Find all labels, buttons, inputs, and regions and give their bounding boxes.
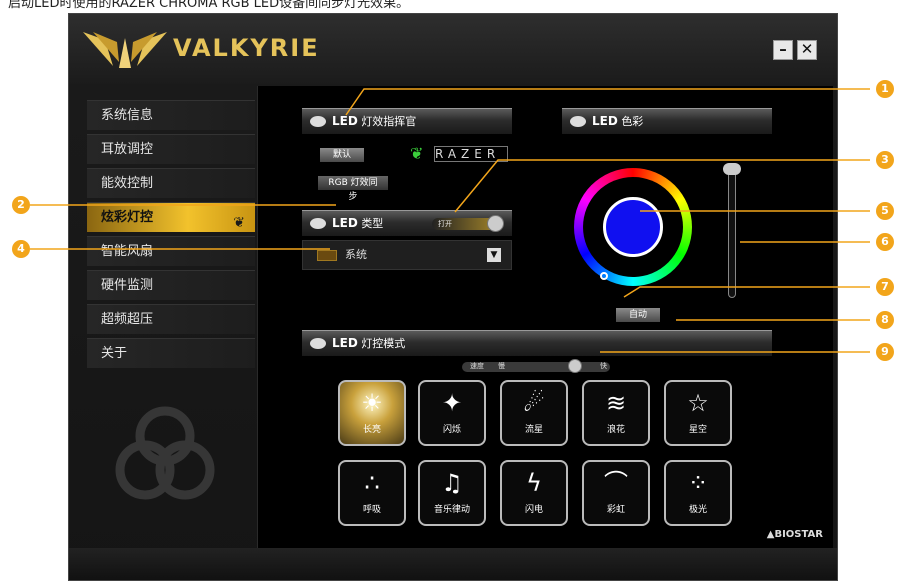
callout-9: 9 bbox=[876, 343, 894, 361]
callout-3: 3 bbox=[876, 151, 894, 169]
callout-8: 8 bbox=[876, 311, 894, 329]
callout-2: 2 bbox=[12, 196, 30, 214]
callout-7: 7 bbox=[876, 278, 894, 296]
callout-6: 6 bbox=[876, 233, 894, 251]
callout-1: 1 bbox=[876, 80, 894, 98]
callout-5: 5 bbox=[876, 202, 894, 220]
callout-lines bbox=[30, 88, 870, 353]
callout-4: 4 bbox=[12, 240, 30, 258]
